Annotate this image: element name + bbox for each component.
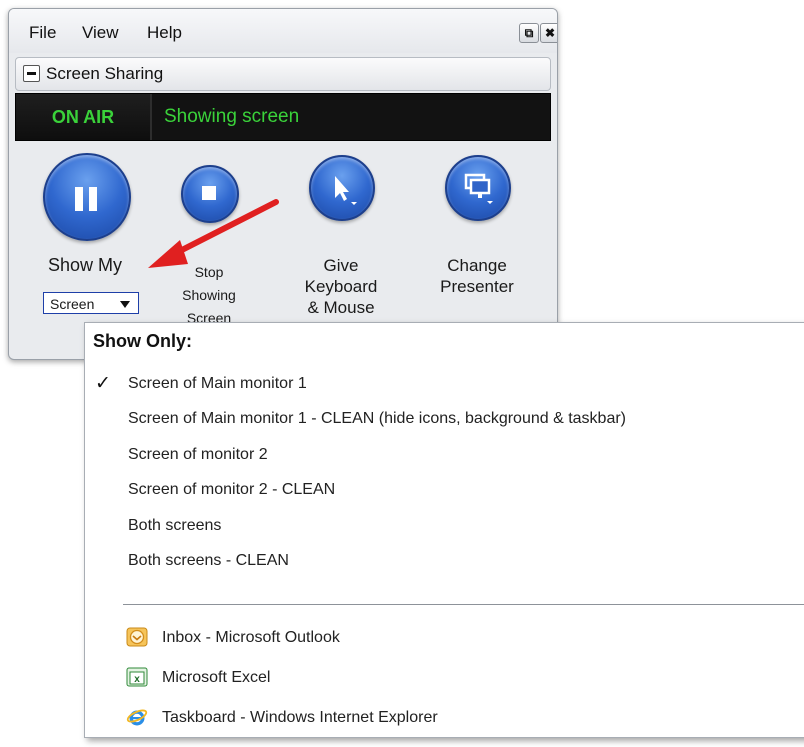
menu-item-both-screens-clean[interactable]: Both screens - CLEAN	[85, 546, 804, 576]
menu-item-label: Inbox - Microsoft Outlook	[162, 629, 340, 646]
show-my-label: Show My	[47, 255, 123, 275]
on-air-badge: ON AIR	[16, 94, 152, 140]
give-keyboard-mouse-button[interactable]	[309, 155, 375, 221]
menu-file[interactable]: File	[29, 23, 56, 43]
pause-sharing-button[interactable]	[43, 153, 131, 241]
dropdown-arrow-icon	[120, 301, 130, 308]
svg-text:x: x	[134, 674, 140, 685]
pause-icon	[75, 187, 83, 211]
presenter-monitor-icon	[464, 173, 493, 204]
screen-dropdown-value: Screen	[50, 296, 95, 312]
menu-item-label: Screen of monitor 2	[128, 446, 268, 463]
menu-bar: File View Help ⧉ ✖	[9, 9, 557, 53]
outlook-icon	[126, 627, 148, 647]
give-keyboard-label: Give Keyboard & Mouse	[285, 255, 397, 318]
checkmark-icon: ✓	[95, 373, 111, 394]
menu-item-label: Both screens	[128, 517, 222, 534]
change-presenter-label: Change Presenter	[425, 255, 529, 297]
screen-sharing-header[interactable]: Screen Sharing	[15, 57, 551, 91]
cursor-icon	[335, 176, 357, 205]
menu-item-label: Screen of monitor 2 - CLEAN	[128, 481, 336, 498]
screen-sharing-panel: File View Help ⧉ ✖ Screen Sharing ON AIR…	[8, 8, 558, 360]
give-label-line2: Keyboard	[304, 277, 378, 296]
section-title: Screen Sharing	[46, 64, 164, 83]
menu-item-label: Taskboard - Windows Internet Explorer	[162, 709, 438, 726]
menu-item-internet-explorer[interactable]: Taskboard - Windows Internet Explorer	[85, 703, 804, 733]
show-only-menu: Show Only: ✓ Screen of Main monitor 1 Sc…	[84, 322, 804, 738]
close-window-icon[interactable]: ✖	[540, 23, 557, 43]
menu-item-outlook[interactable]: Inbox - Microsoft Outlook	[85, 623, 804, 653]
change-presenter-button[interactable]	[445, 155, 511, 221]
menu-item-main-monitor-1[interactable]: ✓ Screen of Main monitor 1	[85, 369, 804, 399]
status-text: Showing screen	[164, 106, 300, 127]
excel-icon: x	[126, 667, 148, 687]
menu-item-label: Screen of Main monitor 1	[128, 375, 307, 392]
menu-view[interactable]: View	[82, 23, 119, 43]
menu-title: Show Only:	[93, 331, 192, 351]
menu-item-label: Both screens - CLEAN	[128, 552, 289, 569]
annotation-arrow-icon	[148, 199, 279, 268]
menu-item-monitor-2[interactable]: Screen of monitor 2	[85, 440, 804, 470]
menu-item-main-monitor-1-clean[interactable]: Screen of Main monitor 1 - CLEAN (hide i…	[85, 404, 804, 434]
broadcast-status-bar: ON AIR Showing screen	[15, 93, 551, 141]
menu-item-monitor-2-clean[interactable]: Screen of monitor 2 - CLEAN	[85, 475, 804, 505]
restore-window-icon[interactable]: ⧉	[519, 23, 539, 43]
menu-help[interactable]: Help	[147, 23, 182, 43]
internet-explorer-icon	[126, 709, 148, 726]
change-label-line1: Change	[447, 256, 507, 275]
collapse-icon[interactable]	[23, 65, 40, 82]
stop-label-line2: Showing	[182, 287, 236, 303]
menu-item-label: Screen of Main monitor 1 - CLEAN (hide i…	[128, 410, 627, 427]
give-label-line3: & Mouse	[307, 298, 375, 317]
menu-item-label: Microsoft Excel	[162, 669, 271, 686]
menu-item-both-screens[interactable]: Both screens	[85, 511, 804, 541]
menu-divider	[123, 604, 804, 605]
menu-item-excel[interactable]: x Microsoft Excel	[85, 663, 804, 693]
screen-dropdown[interactable]: Screen	[43, 292, 139, 314]
change-label-line2: Presenter	[440, 277, 514, 296]
give-label-line1: Give	[323, 256, 359, 275]
pause-icon-bar	[89, 187, 97, 211]
